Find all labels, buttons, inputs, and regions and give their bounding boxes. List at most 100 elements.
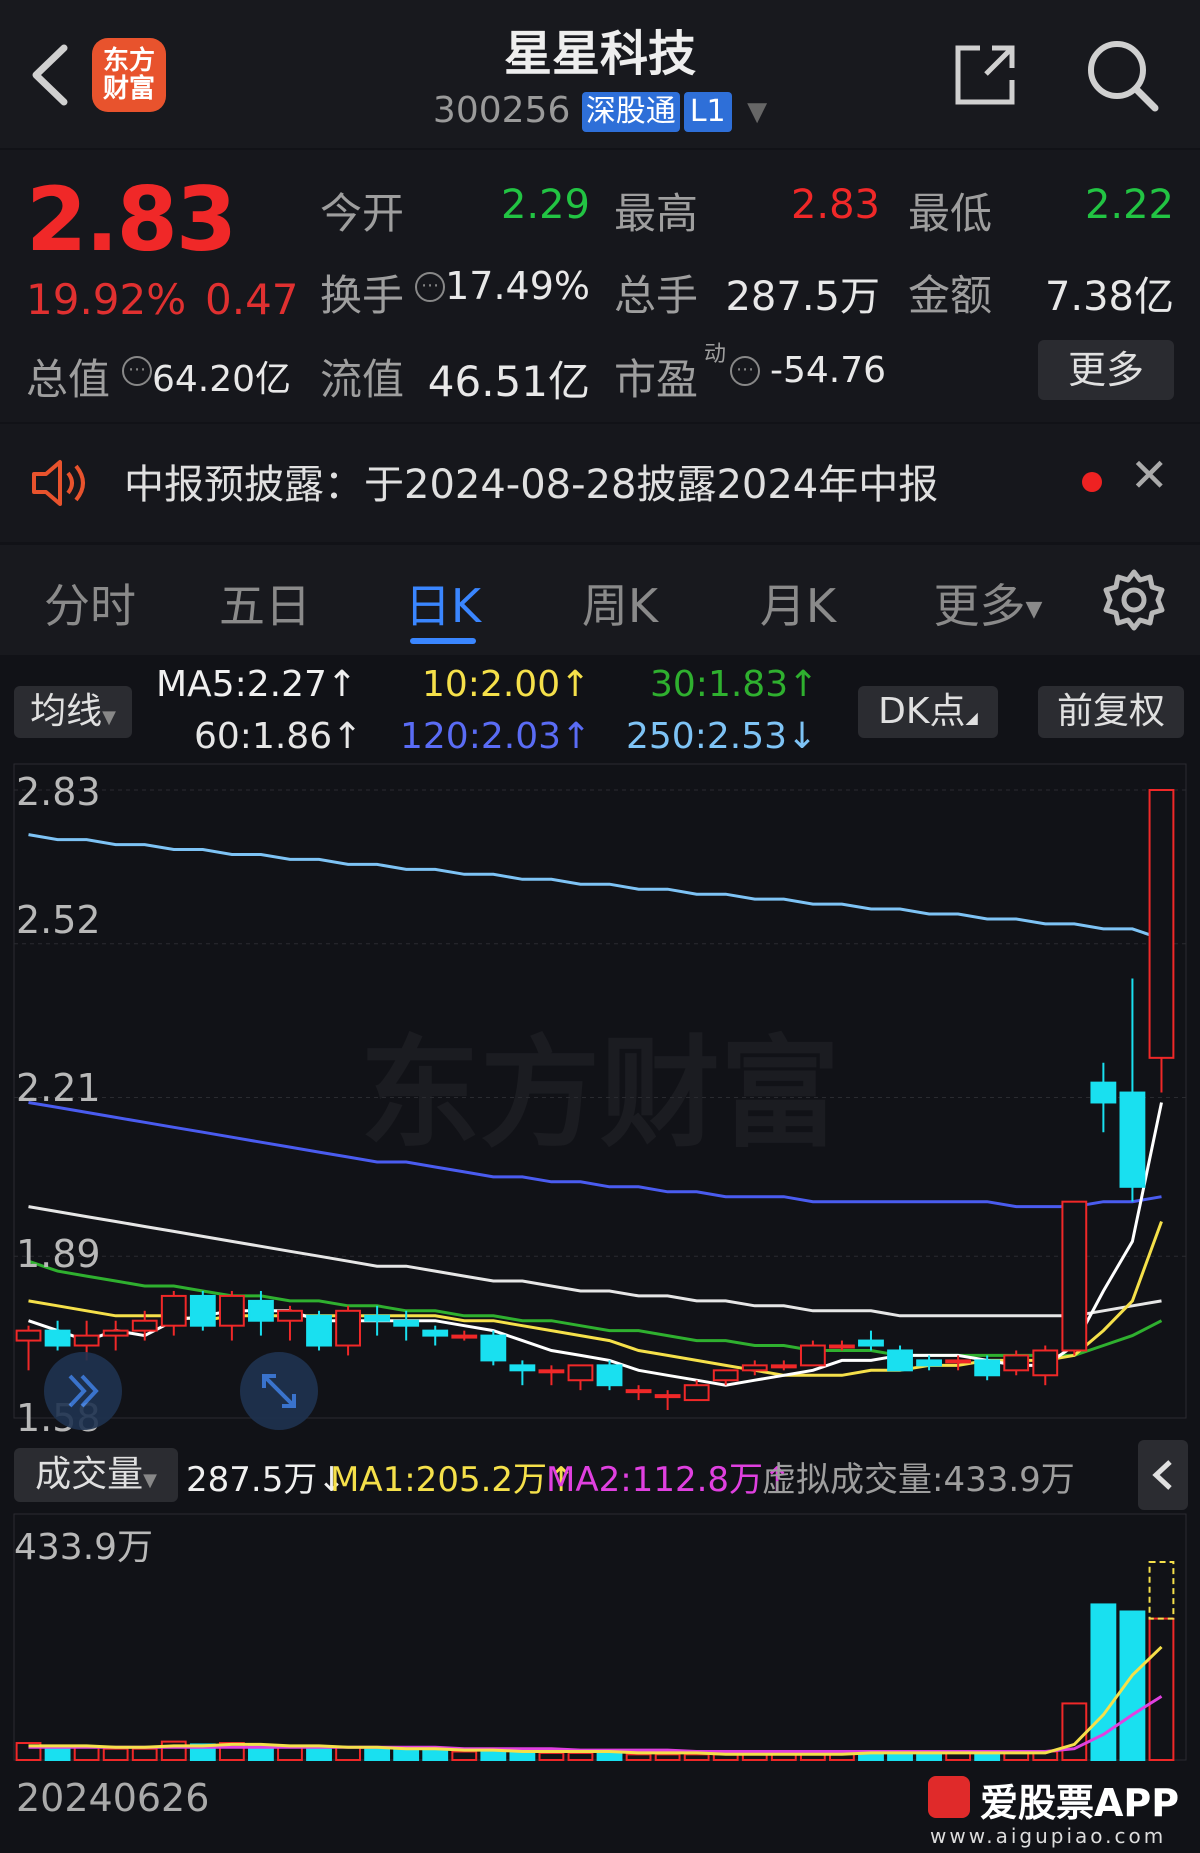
tab-five-day[interactable]: 五日 (205, 570, 325, 636)
candle-body (131, 1319, 158, 1332)
candle-body (1148, 789, 1175, 1059)
change-amount: 0.47 (205, 275, 299, 324)
change-percent: 19.92% (26, 275, 187, 324)
watermark: 东方财富 (360, 1025, 840, 1164)
stock-name: 星星科技 (503, 26, 696, 82)
candle-body (1119, 1091, 1146, 1188)
candle-body (858, 1339, 884, 1347)
tab-more-label: 更多 (933, 579, 1026, 633)
candle-body (741, 1364, 768, 1372)
tab-weekly-k[interactable]: 周K (560, 570, 680, 636)
mktcap-value: 64.20亿 (152, 359, 292, 400)
collapse-panel-button[interactable] (1138, 1440, 1188, 1510)
y-axis-label: 2.52 (16, 898, 101, 942)
volume-bar (422, 1749, 449, 1762)
share-icon (955, 45, 1015, 105)
candle-body (974, 1359, 1001, 1377)
vol-ma1-value: MA1:205.2万↑ (330, 1460, 576, 1500)
candle-body (422, 1329, 449, 1337)
ma-selector[interactable]: 均线▼ (14, 686, 132, 738)
expand-left-button[interactable] (44, 1352, 122, 1430)
caret-down-icon: ▼ (143, 1470, 157, 1491)
ma5-value: MA5:2.27↑ (156, 664, 358, 705)
kline-chart[interactable]: 东方财富 (0, 760, 1200, 1440)
candle-body (393, 1319, 420, 1327)
expand-icon (262, 1374, 296, 1408)
candle-body (73, 1334, 100, 1347)
tab-monthly-k[interactable]: 月K (738, 570, 858, 636)
float-value: 46.51亿 (427, 357, 590, 406)
notice-text[interactable]: 中报预披露：于2024-08-28披露2024年中报 (124, 452, 938, 510)
turnover-value: 17.49% (445, 264, 590, 308)
ma-selector-label: 均线 (30, 691, 103, 732)
volume-bar (1061, 1702, 1088, 1762)
volume-bar (335, 1746, 361, 1761)
tab-daily-k[interactable]: 日K (383, 570, 503, 636)
unread-dot (1082, 472, 1102, 492)
last-price: 2.83 (26, 168, 237, 271)
fullscreen-button[interactable] (240, 1352, 318, 1430)
caret-down-icon[interactable]: ▼ (747, 97, 767, 127)
settings-button[interactable] (1102, 568, 1166, 636)
volume-value: 287.5万 (725, 274, 880, 320)
volume-bar (1148, 1617, 1175, 1761)
low-value: 2.22 (1084, 182, 1174, 228)
volume-value: 287.5万↓ (186, 1460, 346, 1500)
candle-body (102, 1329, 129, 1337)
dk-point-button[interactable]: DK点◢ (858, 686, 998, 738)
candle-body (1032, 1349, 1059, 1377)
back-button[interactable] (26, 40, 86, 110)
brand-logo-icon (928, 1776, 970, 1818)
candle-body (160, 1294, 187, 1327)
candle-body (218, 1294, 245, 1327)
candle-body (480, 1334, 507, 1362)
candle-body (916, 1359, 942, 1367)
candle-body (306, 1314, 332, 1347)
candle-body (44, 1329, 71, 1347)
volume-chart[interactable] (0, 1512, 1200, 1762)
volume-max-label: 433.9万 (14, 1527, 154, 1568)
volume-bar (567, 1751, 594, 1762)
ma250-line (28, 833, 1162, 941)
pe-value: -54.76 (770, 350, 887, 391)
candle-body (625, 1389, 652, 1394)
virtual-volume: 虚拟成交量:433.9万 (762, 1460, 1075, 1500)
pe-label: 市盈 (614, 355, 699, 404)
stock-code-row: 300256 深股通 L1 ▼ (300, 90, 900, 132)
search-icon (1088, 41, 1159, 112)
candle-body (189, 1294, 216, 1327)
volume-bar (102, 1747, 129, 1761)
search-button[interactable] (1085, 38, 1161, 114)
candle-body (15, 1329, 42, 1342)
candle-body (712, 1369, 739, 1382)
info-icon[interactable]: ⋯ (730, 356, 760, 386)
volume-bar (131, 1747, 158, 1761)
logo-text-2: 财富 (102, 74, 155, 104)
volume-bar (625, 1753, 652, 1761)
volume-bar (277, 1746, 303, 1761)
adjust-button[interactable]: 前复权 (1038, 686, 1184, 738)
high-value: 2.83 (790, 182, 880, 228)
info-icon[interactable]: ⋯ (122, 356, 152, 386)
turnover-label: 换手 (320, 271, 405, 320)
tab-intraday[interactable]: 分时 (30, 570, 150, 636)
open-label: 今开 (320, 189, 405, 238)
volume-selector[interactable]: 成交量▼ (14, 1448, 178, 1502)
dk-point-label: DK点 (878, 691, 966, 732)
candle-body (829, 1344, 855, 1349)
level-tag: L1 (683, 92, 732, 132)
candle-body (364, 1314, 391, 1322)
share-button[interactable] (950, 40, 1020, 110)
close-icon[interactable]: ✕ (1130, 448, 1169, 502)
candle-body (654, 1394, 681, 1399)
candle-body (596, 1364, 623, 1387)
y-axis-label-top: 2.83 (16, 770, 101, 814)
tab-more[interactable]: 更多▼ (918, 570, 1058, 636)
candle-body (509, 1364, 536, 1372)
active-tab-indicator (410, 638, 476, 644)
volume-bar (73, 1746, 100, 1761)
candle-body (335, 1309, 361, 1347)
more-quote-button[interactable]: 更多 (1038, 340, 1174, 400)
candle-body (1090, 1081, 1117, 1104)
volume-bar (451, 1750, 478, 1761)
